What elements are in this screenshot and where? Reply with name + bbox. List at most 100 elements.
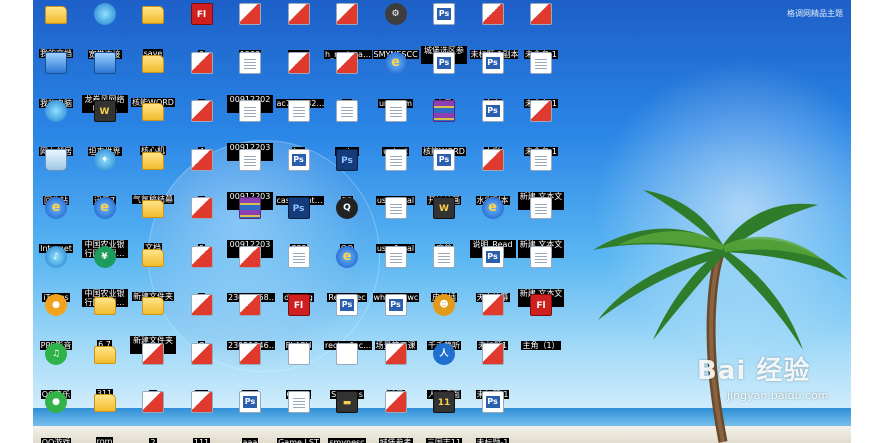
desktop-icon[interactable]: eunalarm xyxy=(373,51,419,108)
desktop-icon[interactable]: Fl3 xyxy=(179,2,225,59)
desktop-icon[interactable]: 未命名-1 xyxy=(518,51,564,108)
desktop-icon[interactable]: FlFLASH xyxy=(276,293,322,350)
desktop-icon[interactable]: aaa xyxy=(227,342,273,399)
desktop-icon[interactable]: 我的文档 xyxy=(33,2,79,58)
desktop-icon[interactable]: dislang xyxy=(276,245,322,302)
desktop-icon[interactable]: 网上邻居 xyxy=(33,99,79,156)
desktop-icon[interactable]: 室内 xyxy=(470,51,516,108)
desktop-icon[interactable]: 4 xyxy=(179,99,225,156)
desktop-icon[interactable]: 未标题-1副本 xyxy=(469,2,518,59)
desktop-icon[interactable]: 人人人桌面 xyxy=(421,342,467,399)
desktop-icon[interactable]: 00912203陈相 xyxy=(227,148,273,210)
desktop-icon[interactable]: ac754782… xyxy=(275,51,324,108)
desktop-icon[interactable]: 水彩副本 xyxy=(470,148,516,205)
desktop-icon[interactable]: 00912203陈相 xyxy=(227,196,273,258)
desktop-icon[interactable]: 未标题-1 xyxy=(470,390,516,443)
desktop-icon[interactable]: 未命名-1 xyxy=(518,99,564,156)
desktop-icon[interactable]: recipe1_c… xyxy=(324,293,372,350)
desktop-icon[interactable]: 00912203陈相 xyxy=(227,99,273,161)
desktop-icon[interactable]: 城堡 xyxy=(373,342,419,399)
desktop-icon[interactable]: QQQ xyxy=(324,196,370,253)
desktop-icon[interactable]: rom xyxy=(82,390,128,443)
desktop-icon[interactable]: Fl 主角（1） xyxy=(518,293,564,350)
desktop-icon[interactable]: PsCS3 xyxy=(276,196,322,253)
desktop-icon[interactable]: eReadmec xyxy=(324,245,370,302)
desktop-icon[interactable]: castle_int… xyxy=(275,148,324,205)
desktop-icon[interactable]: 4 xyxy=(179,148,225,205)
desktop-icon[interactable]: 1233 xyxy=(227,2,273,59)
desktop-icon[interactable]: 文档 xyxy=(130,196,176,252)
desktop-icon[interactable]: eInternet xyxy=(33,196,79,253)
desktop-icon[interactable]: 7 xyxy=(179,293,225,350)
desktop-icon[interactable]: aaaa xyxy=(276,2,322,59)
desktop-icon[interactable]: Game.LST xyxy=(276,390,322,443)
desktop-icon[interactable]: bg xyxy=(276,99,322,156)
desktop-icon[interactable]: 新建 文本文档 (3) xyxy=(518,245,564,307)
round-file-icon: ● xyxy=(45,391,67,413)
desktop-icon[interactable]: 城堡参考 xyxy=(373,390,419,443)
desktop-icon[interactable]: 城堡选区参考 xyxy=(421,2,467,64)
desktop-icon[interactable]: PsPS xyxy=(324,148,370,205)
desktop-icon[interactable]: m xyxy=(324,51,370,108)
desktop-icon[interactable]: 未命名-1 xyxy=(518,2,564,59)
desktop-icon[interactable]: 天空绘幕 xyxy=(470,245,516,302)
desktop-icon[interactable]: 开始绘画 xyxy=(421,148,467,205)
desktop-icon[interactable]: 111 xyxy=(179,390,225,443)
desktop-icon[interactable]: 23051046… xyxy=(227,293,275,350)
desktop-icon[interactable]: W坦克世界 xyxy=(82,99,128,156)
desktop-icon[interactable]: ✦Smynes xyxy=(324,342,370,399)
desktop-icon[interactable]: ●PPS影音 xyxy=(33,293,79,350)
desktop-icon[interactable]: ▬ smynesc xyxy=(324,390,370,443)
desktop-icon[interactable]: 回收站 xyxy=(33,148,79,205)
desktop-icon[interactable]: save xyxy=(130,2,176,58)
desktop-icon[interactable]: ✦迅雷7 xyxy=(82,148,128,205)
desktop-icon[interactable]: order xyxy=(324,99,370,156)
desktop-icon[interactable]: W魔兽 xyxy=(421,196,467,253)
desktop-icon[interactable]: 核能WORD xyxy=(421,99,467,156)
desktop-icon[interactable]: aaa xyxy=(227,390,273,443)
desktop-icon[interactable]: 1 xyxy=(130,342,176,399)
desktop-icon[interactable]: 未标题-1 xyxy=(470,342,516,399)
desktop-icon[interactable]: 水彩 xyxy=(470,99,516,156)
desktop-icon[interactable]: ☻千千静听 xyxy=(421,293,467,350)
desktop-icon[interactable]: 我的电脑 xyxy=(33,51,79,108)
desktop-icon[interactable]: 6 xyxy=(179,245,225,302)
desktop-icon[interactable]: user1.pal xyxy=(373,196,419,253)
desktop-icon[interactable]: 6.7 xyxy=(82,293,128,349)
desktop-icon[interactable]: 未标题1 xyxy=(470,293,516,350)
desktop-icon[interactable]: ♪iTunes xyxy=(33,245,79,302)
doc-file-icon xyxy=(530,51,552,74)
desktop-icon[interactable]: 3 xyxy=(179,51,225,108)
desktop-icon[interactable]: user0.pal xyxy=(373,148,419,205)
desktop-icon[interactable]: 新建 文本文档 (2) xyxy=(518,196,564,258)
desktop-icon[interactable]: 核能WORD xyxy=(130,51,176,107)
desktop-icon[interactable]: ⚙SMYNESCC xyxy=(372,2,419,59)
desktop-icon[interactable]: e中国农业银行网上银… xyxy=(81,196,128,258)
desktop-icon[interactable]: 皮长插 xyxy=(421,245,467,302)
desktop-icon[interactable]: ● QQ游戏 xyxy=(33,390,79,443)
desktop-icon[interactable]: 311 xyxy=(82,342,128,398)
desktop-icon[interactable]: ♫QQ音乐 xyxy=(33,342,79,399)
desktop-icon[interactable]: whatsnewc xyxy=(372,245,420,302)
desktop-icon[interactable]: 气氛稿结幕 xyxy=(130,148,176,204)
desktop-icon[interactable]: ▦Game xyxy=(276,342,322,399)
desktop-icon[interactable]: 2 xyxy=(130,390,176,443)
desktop-icon[interactable]: uninst xyxy=(373,99,419,156)
desktop-icon[interactable]: 宽带连接 xyxy=(82,2,128,59)
desktop-icon[interactable]: 新建文件夹 xyxy=(130,245,176,301)
desktop-icon[interactable]: 龙卷风网络收音机 xyxy=(81,51,128,113)
desktop-icon[interactable]: 场景第二课 xyxy=(373,293,419,350)
desktop-icon[interactable]: ¥中国农业银行网上银… xyxy=(81,245,128,307)
desktop-icon[interactable]: 新建 文本文档 xyxy=(518,148,564,210)
desktop-icon[interactable]: 11 三国志11 xyxy=(421,390,467,443)
desktop-icon[interactable]: 45 xyxy=(179,342,225,399)
desktop-icon[interactable]: 核心机 xyxy=(130,99,176,155)
desktop-icon[interactable]: 新建文件夹(2) xyxy=(130,293,176,354)
desktop-icon[interactable]: 房子 xyxy=(421,51,467,108)
desktop-icon[interactable]: e说明_Readme xyxy=(469,196,516,258)
desktop-icon[interactable]: h_main_a… xyxy=(324,2,372,59)
desktop[interactable]: 格调网精品主题 我的文档我的电脑网上邻居回收站eInternet♪iTunes●… xyxy=(33,0,851,443)
desktop-icon[interactable]: 00912202曹易 xyxy=(227,51,273,113)
desktop-icon[interactable]: 5 xyxy=(179,196,225,253)
desktop-icon[interactable]: 23050968… xyxy=(227,245,275,302)
